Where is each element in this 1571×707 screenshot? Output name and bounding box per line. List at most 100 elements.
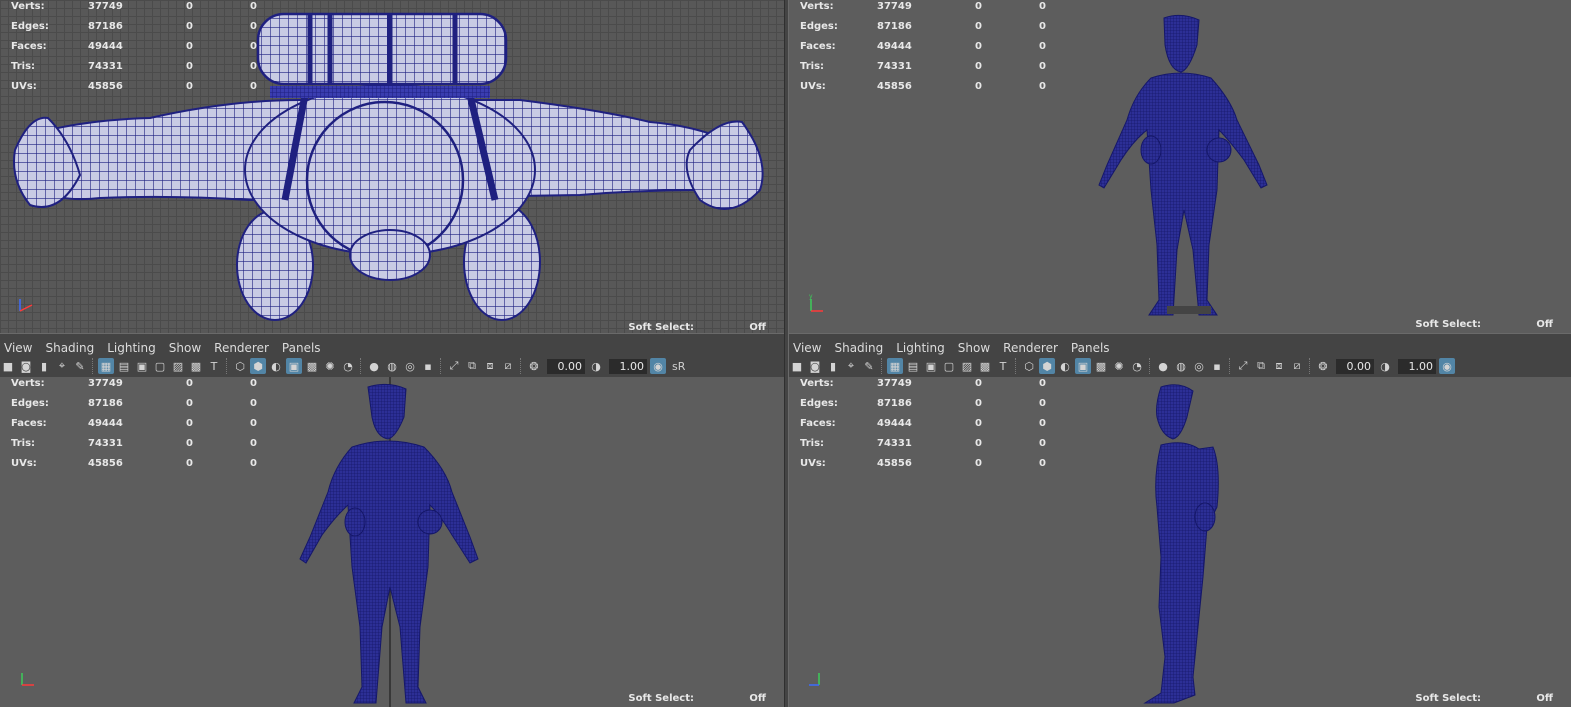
ambient-occlusion-icon[interactable]: ● — [366, 358, 382, 374]
menu-view[interactable]: View — [789, 339, 826, 357]
menu-show[interactable]: Show — [165, 339, 206, 357]
menu-lighting[interactable]: Lighting — [103, 339, 161, 357]
bookmark-icon[interactable]: ▮ — [36, 358, 52, 374]
lights-icon[interactable]: ✺ — [1111, 358, 1127, 374]
smooth-shade-icon[interactable]: ⬢ — [250, 358, 266, 374]
viewport-top[interactable]: Verts: 37749 0 0 Edges: 87186 0 0 Faces: 49444 0… — [0, 0, 784, 333]
menu-shading[interactable]: Shading — [830, 339, 888, 357]
image-plane-icon[interactable]: ⌖ — [843, 358, 859, 374]
isolate-icon[interactable]: ⤢ — [1235, 358, 1251, 374]
soft-select-status: Soft Select: Off — [789, 691, 1571, 707]
isolate-icon[interactable]: ⤢ — [446, 358, 462, 374]
resolution-gate-icon[interactable]: ▣ — [923, 358, 939, 374]
depth-of-field-icon[interactable]: ▪ — [420, 358, 436, 374]
verts-sel: 0 — [186, 378, 193, 389]
exposure-field[interactable]: 0.00 — [547, 358, 585, 374]
edges-label: Edges: — [11, 398, 49, 409]
gamma-field[interactable]: 1.00 — [1398, 358, 1436, 374]
safe-title-icon[interactable]: T — [995, 358, 1011, 374]
tris-sel: 0 — [186, 438, 193, 449]
viewport-front[interactable]: Verts: 37749 0 0 Edges: 87186 0 0 Faces: 49444 0… — [0, 377, 784, 707]
menu-view[interactable]: View — [0, 339, 37, 357]
gamma-icon[interactable]: ◑ — [1377, 358, 1393, 374]
camera-icon[interactable]: ■ — [789, 358, 805, 374]
xray-joints-icon[interactable]: ⧈ — [1271, 358, 1287, 374]
bookmark-icon[interactable]: ▮ — [825, 358, 841, 374]
xray-joints-icon[interactable]: ⧈ — [482, 358, 498, 374]
field-chart-icon[interactable]: ▨ — [170, 358, 186, 374]
poly-count-hud: Verts: 37749 0 0 Edges: 87186 0 0 Faces: 49444 0… — [11, 377, 257, 474]
safe-action-icon[interactable]: ▩ — [188, 358, 204, 374]
pencil-icon[interactable]: ✎ — [72, 358, 88, 374]
gamma-icon[interactable]: ◑ — [588, 358, 604, 374]
verts-sel: 0 — [975, 378, 982, 389]
film-gate-icon[interactable]: ▤ — [116, 358, 132, 374]
soft-select-label: Soft Select: — [1415, 319, 1481, 330]
film-gate-icon[interactable]: ▤ — [905, 358, 921, 374]
motion-blur-icon[interactable]: ◍ — [384, 358, 400, 374]
tris-value: 74331 — [877, 438, 912, 449]
wireframe-on-shaded-icon[interactable]: ◐ — [1057, 358, 1073, 374]
menu-renderer[interactable]: Renderer — [999, 339, 1063, 357]
grid-icon[interactable]: ▦ — [887, 358, 903, 374]
exposure-icon[interactable]: ❂ — [526, 358, 542, 374]
vertical-splitter[interactable] — [784, 0, 789, 707]
gate-mask-icon[interactable]: ▢ — [941, 358, 957, 374]
xray-components-icon[interactable]: ⧄ — [1289, 358, 1305, 374]
panel-menu: View Shading Lighting Show Renderer Pane… — [0, 339, 330, 357]
menu-shading[interactable]: Shading — [41, 339, 99, 357]
viewport-side[interactable]: Verts: 37749 0 0 Edges: 87186 0 0 Faces: 49444 0… — [789, 377, 1571, 707]
viewport-perspective[interactable]: Verts: 37749 0 0 Edges: 87186 0 0 Faces: 49444 0… — [789, 0, 1571, 333]
pencil-icon[interactable]: ✎ — [861, 358, 877, 374]
poly-count-hud: Verts: 37749 0 0 Edges: 87186 0 0 Faces: 49444 0… — [800, 0, 1046, 97]
depth-of-field-icon[interactable]: ▪ — [1209, 358, 1225, 374]
resolution-gate-icon[interactable]: ▣ — [134, 358, 150, 374]
soft-select-value: Off — [1536, 693, 1553, 704]
menu-panels[interactable]: Panels — [278, 339, 326, 357]
poly-count-hud: Verts: 37749 0 0 Edges: 87186 0 0 Faces: 49444 0… — [11, 0, 257, 97]
safe-title-icon[interactable]: T — [206, 358, 222, 374]
exposure-field[interactable]: 0.00 — [1336, 358, 1374, 374]
lights-icon[interactable]: ✺ — [322, 358, 338, 374]
menu-renderer[interactable]: Renderer — [210, 339, 274, 357]
camera-icon[interactable]: ■ — [0, 358, 16, 374]
ambient-occlusion-icon[interactable]: ● — [1155, 358, 1171, 374]
edges-value: 87186 — [877, 21, 912, 32]
menu-panels[interactable]: Panels — [1067, 339, 1115, 357]
wireframe-on-shaded-icon[interactable]: ◐ — [268, 358, 284, 374]
field-chart-icon[interactable]: ▨ — [959, 358, 975, 374]
xray-components-icon[interactable]: ⧄ — [500, 358, 516, 374]
textured-icon[interactable]: ▣ — [286, 358, 302, 374]
view-transform-label[interactable]: sR — [672, 360, 685, 373]
smooth-shade-icon[interactable]: ⬢ — [1039, 358, 1055, 374]
tris-sel2: 0 — [250, 61, 257, 72]
shadows-icon[interactable]: ◔ — [340, 358, 356, 374]
gamma-field[interactable]: 1.00 — [609, 358, 647, 374]
checker-icon[interactable]: ▩ — [304, 358, 320, 374]
xray-icon[interactable]: ⧉ — [464, 358, 480, 374]
wireframe-icon[interactable]: ⬡ — [232, 358, 248, 374]
axis-gizmo: y — [809, 293, 823, 312]
wireframe-icon[interactable]: ⬡ — [1021, 358, 1037, 374]
safe-action-icon[interactable]: ▩ — [977, 358, 993, 374]
faces-sel2: 0 — [1039, 41, 1046, 52]
grid-icon[interactable]: ▦ — [98, 358, 114, 374]
image-plane-icon[interactable]: ⌖ — [54, 358, 70, 374]
antialias-icon[interactable]: ◎ — [402, 358, 418, 374]
camera-attr-icon[interactable]: ◙ — [807, 358, 823, 374]
color-management-icon[interactable]: ◉ — [650, 358, 666, 374]
menu-show[interactable]: Show — [954, 339, 995, 357]
color-management-icon[interactable]: ◉ — [1439, 358, 1455, 374]
textured-icon[interactable]: ▣ — [1075, 358, 1091, 374]
xray-icon[interactable]: ⧉ — [1253, 358, 1269, 374]
menu-lighting[interactable]: Lighting — [892, 339, 950, 357]
shadows-icon[interactable]: ◔ — [1129, 358, 1145, 374]
soft-select-value: Off — [1536, 319, 1553, 330]
exposure-icon[interactable]: ❂ — [1315, 358, 1331, 374]
camera-attr-icon[interactable]: ◙ — [18, 358, 34, 374]
antialias-icon[interactable]: ◎ — [1191, 358, 1207, 374]
motion-blur-icon[interactable]: ◍ — [1173, 358, 1189, 374]
tris-label: Tris: — [11, 61, 36, 72]
checker-icon[interactable]: ▩ — [1093, 358, 1109, 374]
gate-mask-icon[interactable]: ▢ — [152, 358, 168, 374]
